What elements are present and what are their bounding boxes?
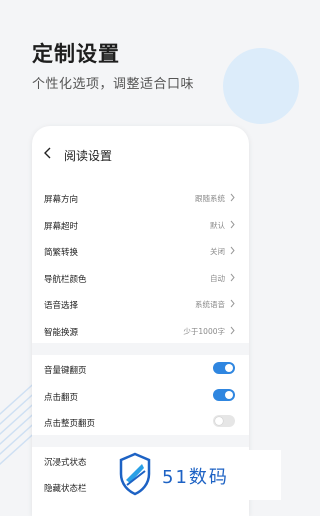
chevron-right-icon [230,326,235,334]
settings-list: 屏幕方向 跟随系统 屏幕超时 默认 简繁转换 关闭 导航栏颜色 自动 语音选择 … [32,184,249,343]
setting-label: 屏幕方向 [44,195,79,205]
tap-full-page-toggle[interactable] [213,415,235,427]
setting-row-voice-select[interactable]: 语音选择 系统语音 [32,290,249,317]
setting-label: 导航栏颜色 [44,274,87,285]
chevron-right-icon [230,193,235,202]
setting-row-screen-orientation[interactable]: 屏幕方向 跟随系统 [32,184,249,211]
page-subtitle: 个性化选项，调整适合口味 [32,77,195,92]
toggle-label: 点击整页翻页 [44,419,96,429]
toggle-label: 隐藏状态栏 [44,484,87,494]
setting-value: 关闭 [210,247,225,256]
watermark-text: 51数码 [162,467,229,488]
setting-row-simplified-traditional[interactable]: 简繁转换 关闭 [32,237,249,264]
nav-bar: 阅读设置 [32,126,249,184]
setting-row-navbar-color[interactable]: 导航栏颜色 自动 [32,264,249,291]
toggle-label: 点击翻页 [44,392,79,403]
toggle-row-tap-full-page: 点击整页翻页 [32,408,249,435]
chevron-right-icon [230,273,235,281]
setting-label: 语音选择 [44,301,79,311]
page-title: 定制设置 [32,42,120,66]
toggle-knob [225,390,233,399]
setting-row-screen-timeout[interactable]: 屏幕超时 默认 [32,211,249,238]
setting-label: 屏幕超时 [44,221,79,232]
watermark-logo: 51数码 [110,450,281,500]
setting-value: 默认 [210,220,225,230]
setting-value: 自动 [210,273,225,283]
background-circle [223,48,299,124]
shield-icon [119,452,151,496]
toggle-row-volume-key-page: 音量键翻页 [32,355,249,382]
back-icon[interactable] [41,146,55,160]
group-divider [32,343,249,355]
setting-value: 跟随系统 [195,194,225,203]
setting-value: 系统语音 [195,300,225,309]
volume-key-page-toggle[interactable] [213,362,235,374]
nav-title: 阅读设置 [64,149,113,163]
chevron-right-icon [230,299,235,308]
chevron-right-icon [230,220,235,228]
toggle-knob [225,364,233,372]
toggle-knob [215,417,223,425]
group-divider [32,434,249,447]
toggle-label: 沉浸式状态 [44,457,87,468]
toggle-label: 音量键翻页 [44,366,87,376]
setting-label: 智能换源 [44,327,79,338]
setting-value: 少于1000字 [183,326,225,336]
toggle-list: 音量键翻页 点击翻页 点击整页翻页 [32,355,249,435]
chevron-right-icon [230,246,235,255]
setting-label: 简繁转换 [44,248,79,258]
toggle-row-tap-page: 点击翻页 [32,382,249,409]
tap-page-toggle[interactable] [213,388,235,401]
setting-row-smart-source[interactable]: 智能换源 少于1000字 [32,317,249,344]
